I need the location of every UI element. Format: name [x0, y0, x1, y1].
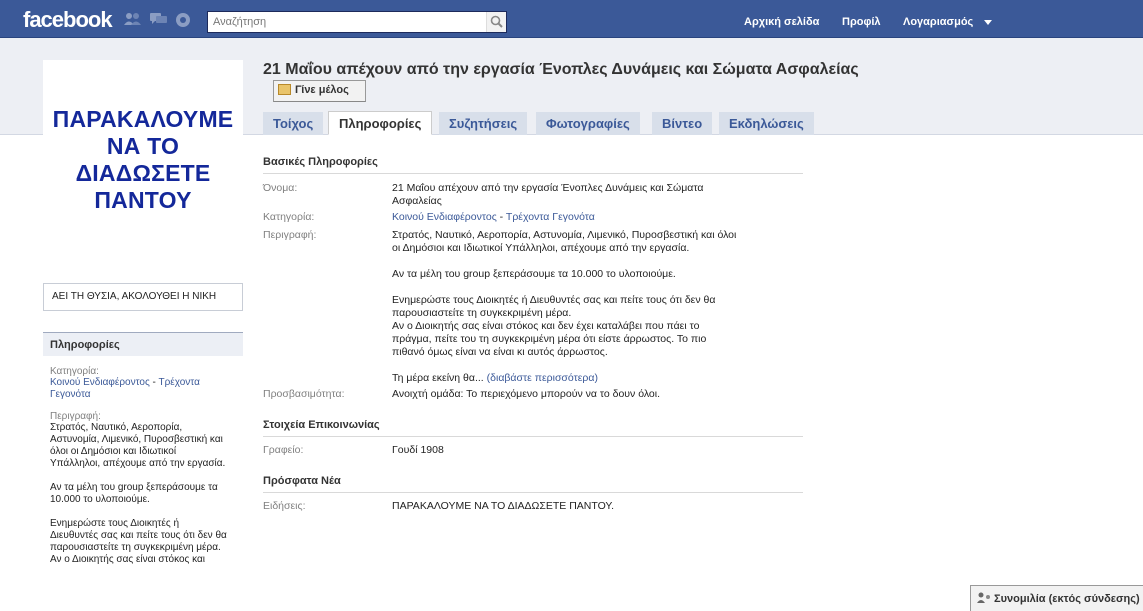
news-value: ΠΑΡΑΚΑΛΟΥΜΕ ΝΑ ΤΟ ΔΙΑΔΩΣΕΤΕ ΠΑΝΤΟΥ. — [392, 500, 615, 512]
read-more-link[interactable]: (διαβάστε περισσότερα) — [487, 372, 598, 384]
subcategory-link[interactable]: Τρέχοντα Γεγονότα — [506, 211, 595, 223]
basic-info-heading: Βασικές Πληροφορίες — [263, 156, 803, 174]
office-value: Γουδί 1908 — [392, 444, 444, 456]
contact-heading: Στοιχεία Επικοινωνίας — [263, 419, 803, 437]
nav-home-link[interactable]: Αρχική σελίδα — [744, 16, 819, 28]
tab-events[interactable]: Εκδηλώσεις — [719, 112, 814, 135]
search-button[interactable] — [486, 12, 506, 32]
name-label: Όνομα: — [263, 182, 298, 194]
nav-profile-link[interactable]: Προφίλ — [842, 16, 881, 28]
sidebar-description: Στρατός, Ναυτικό, Αεροπορία, Αστυνομία, … — [50, 422, 227, 565]
tab-videos[interactable]: Βίντεο — [652, 112, 713, 135]
search-input[interactable] — [208, 12, 486, 32]
friend-requests-icon[interactable] — [124, 12, 141, 26]
category-label: Κατηγορία: — [263, 211, 315, 223]
sidebar-category-value: Κοινού Ενδιαφέροντος - Τρέχοντα Γεγονότα — [50, 377, 200, 400]
description-value: Στρατός, Ναυτικό, Αεροπορία, Αστυνομία, … — [392, 229, 737, 384]
category-value: Κοινού Ενδιαφέροντος - Τρέχοντα Γεγονότα — [392, 211, 595, 223]
chat-icon — [977, 592, 990, 603]
news-label: Ειδήσεις: — [263, 500, 306, 512]
sidebar-category-label: Κατηγορία: — [50, 366, 99, 377]
notifications-icon[interactable] — [175, 12, 191, 27]
sidebar-category-link[interactable]: Κοινού Ενδιαφέροντος — [50, 377, 150, 388]
nav-account-menu[interactable]: Λογαριασμός — [903, 16, 973, 28]
access-label: Προσβασιμότητα: — [263, 388, 345, 400]
dropdown-arrow-icon[interactable] — [984, 20, 992, 25]
category-link[interactable]: Κοινού Ενδιαφέροντος — [392, 211, 497, 223]
sidebar-info-heading: Πληροφορίες — [43, 332, 243, 356]
tab-photos[interactable]: Φωτογραφίες — [536, 112, 640, 135]
tab-info[interactable]: Πληροφορίες — [328, 111, 433, 135]
tab-discussions[interactable]: Συζητήσεις — [439, 112, 528, 135]
name-value: 21 Μαΐου απέχουν από την εργασία Ένοπλες… — [392, 182, 704, 207]
page-title: 21 Μαΐου απέχουν από την εργασία Ένοπλες… — [263, 61, 859, 78]
news-heading: Πρόσφατα Νέα — [263, 475, 803, 493]
sidebar-info-box: Πληροφορίες Κατηγορία: Κοινού Ενδιαφέρον… — [43, 332, 243, 611]
sidebar-description-label: Περιγραφή: — [50, 411, 101, 422]
access-value: Ανοιχτή ομάδα: Το περιεχόμενο μπορούν να… — [392, 388, 661, 400]
chat-bar[interactable]: Συνομιλία (εκτός σύνδεσης) — [970, 585, 1143, 611]
search-box — [207, 11, 507, 33]
office-label: Γραφείο: — [263, 444, 304, 456]
join-icon — [278, 83, 291, 95]
chat-label: Συνομιλία (εκτός σύνδεσης) — [994, 593, 1140, 605]
description-label: Περιγραφή: — [263, 229, 317, 241]
group-picture-text: ΠΑΡΑΚΑΛΟΥΜΕ ΝΑ ΤΟ ΔΙΑΔΩΣΕΤΕ ΠΑΝΤΟΥ — [52, 106, 234, 213]
group-motto: ΑΕΙ ΤΗ ΘΥΣΙΑ, ΑΚΟΛΟΥΘΕΙ Η ΝΙΚΗ — [43, 283, 243, 311]
messages-icon[interactable] — [150, 12, 167, 26]
join-group-button[interactable]: Γίνε μέλος — [273, 80, 366, 102]
search-icon — [490, 15, 503, 28]
tab-wall[interactable]: Τοίχος — [263, 112, 324, 135]
group-picture[interactable]: ΠΑΡΑΚΑΛΟΥΜΕ ΝΑ ΤΟ ΔΙΑΔΩΣΕΤΕ ΠΑΝΤΟΥ — [43, 60, 243, 263]
facebook-logo[interactable]: facebook — [23, 7, 113, 33]
